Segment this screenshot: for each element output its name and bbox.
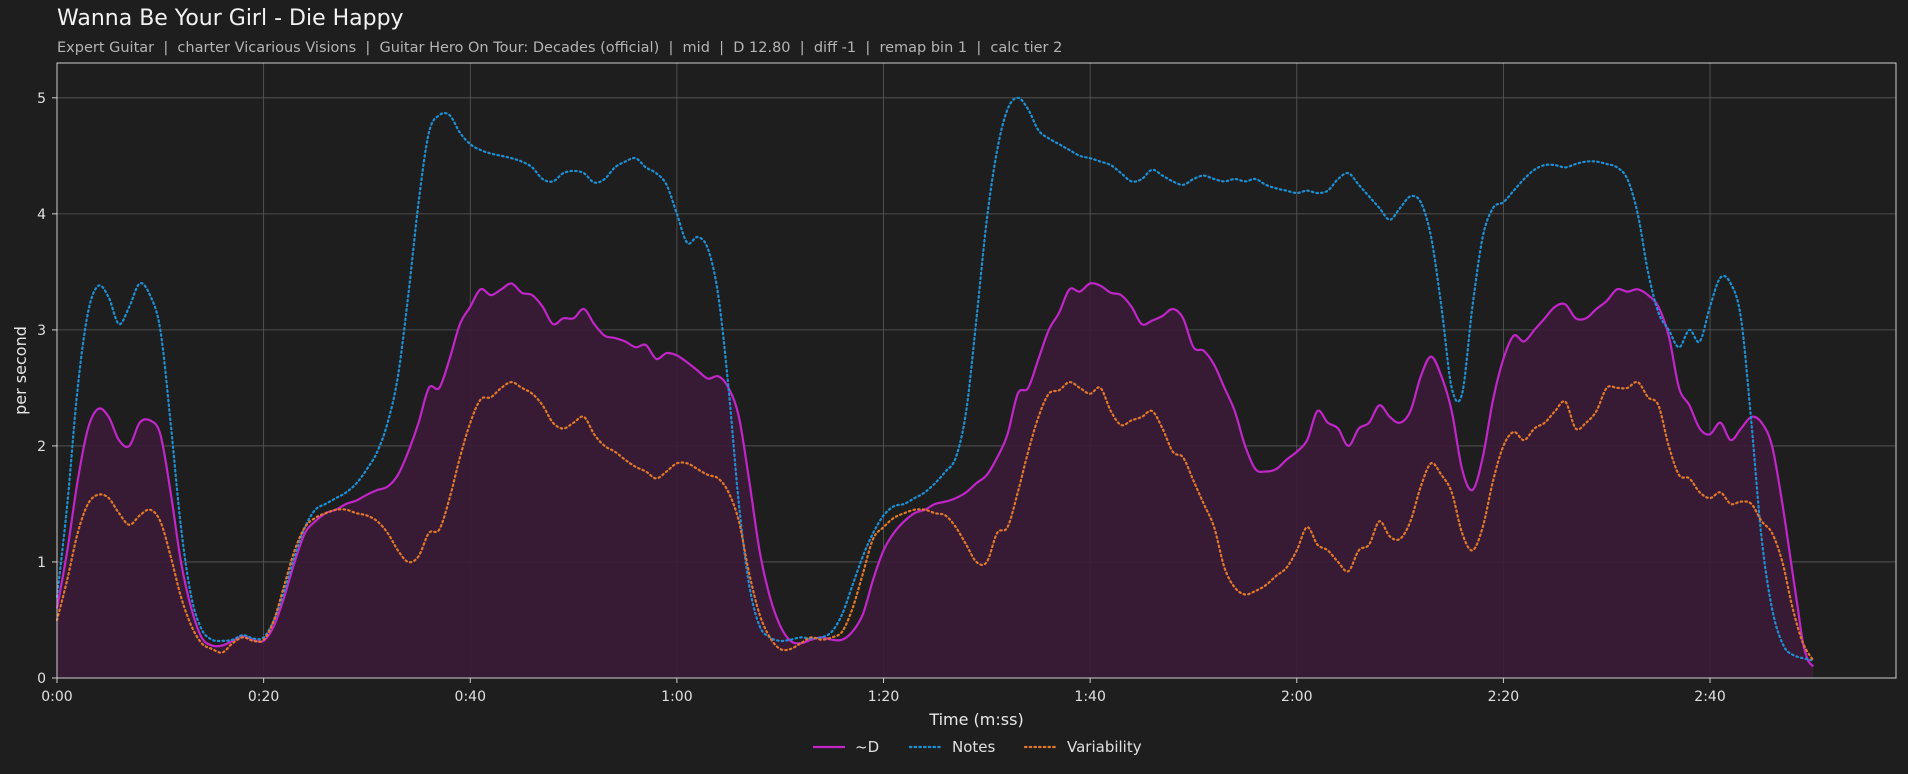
chart-svg: 0:00 0:20 0:40 1:00 1:20 1:40 2:00 2:20 2:40 0 1 2… bbox=[11, 62, 1897, 756]
x-tick-label: 1:40 bbox=[1074, 689, 1105, 705]
x-tick-label: 0:00 bbox=[41, 689, 72, 705]
y-tick-label: 0 bbox=[37, 671, 46, 687]
x-tick-label: 2:20 bbox=[1488, 689, 1519, 705]
legend-label: Notes bbox=[952, 738, 996, 756]
y-tick-label: 4 bbox=[37, 207, 46, 223]
x-tick-label: 1:00 bbox=[661, 689, 692, 705]
x-tick-label: 1:20 bbox=[868, 689, 899, 705]
series-fill-d bbox=[57, 283, 1814, 678]
series-fills bbox=[57, 283, 1814, 678]
legend-label: ~D bbox=[855, 738, 879, 756]
x-axis-ticks: 0:00 0:20 0:40 1:00 1:20 1:40 2:00 2:20 2:40 bbox=[41, 678, 1726, 705]
x-tick-label: 2:00 bbox=[1281, 689, 1312, 705]
y-axis-label: per second bbox=[11, 326, 30, 415]
y-tick-label: 2 bbox=[37, 439, 46, 455]
x-tick-label: 0:20 bbox=[248, 689, 279, 705]
legend: ~D Notes Variability bbox=[813, 738, 1142, 756]
x-axis-label: Time (m:ss) bbox=[928, 710, 1023, 729]
legend-label: Variability bbox=[1067, 738, 1142, 756]
y-axis-ticks: 0 1 2 3 4 5 bbox=[37, 91, 57, 687]
x-tick-label: 0:40 bbox=[455, 689, 486, 705]
y-tick-label: 5 bbox=[37, 91, 46, 107]
x-tick-label: 2:40 bbox=[1694, 689, 1725, 705]
y-tick-label: 3 bbox=[37, 323, 46, 339]
y-tick-label: 1 bbox=[37, 555, 46, 571]
